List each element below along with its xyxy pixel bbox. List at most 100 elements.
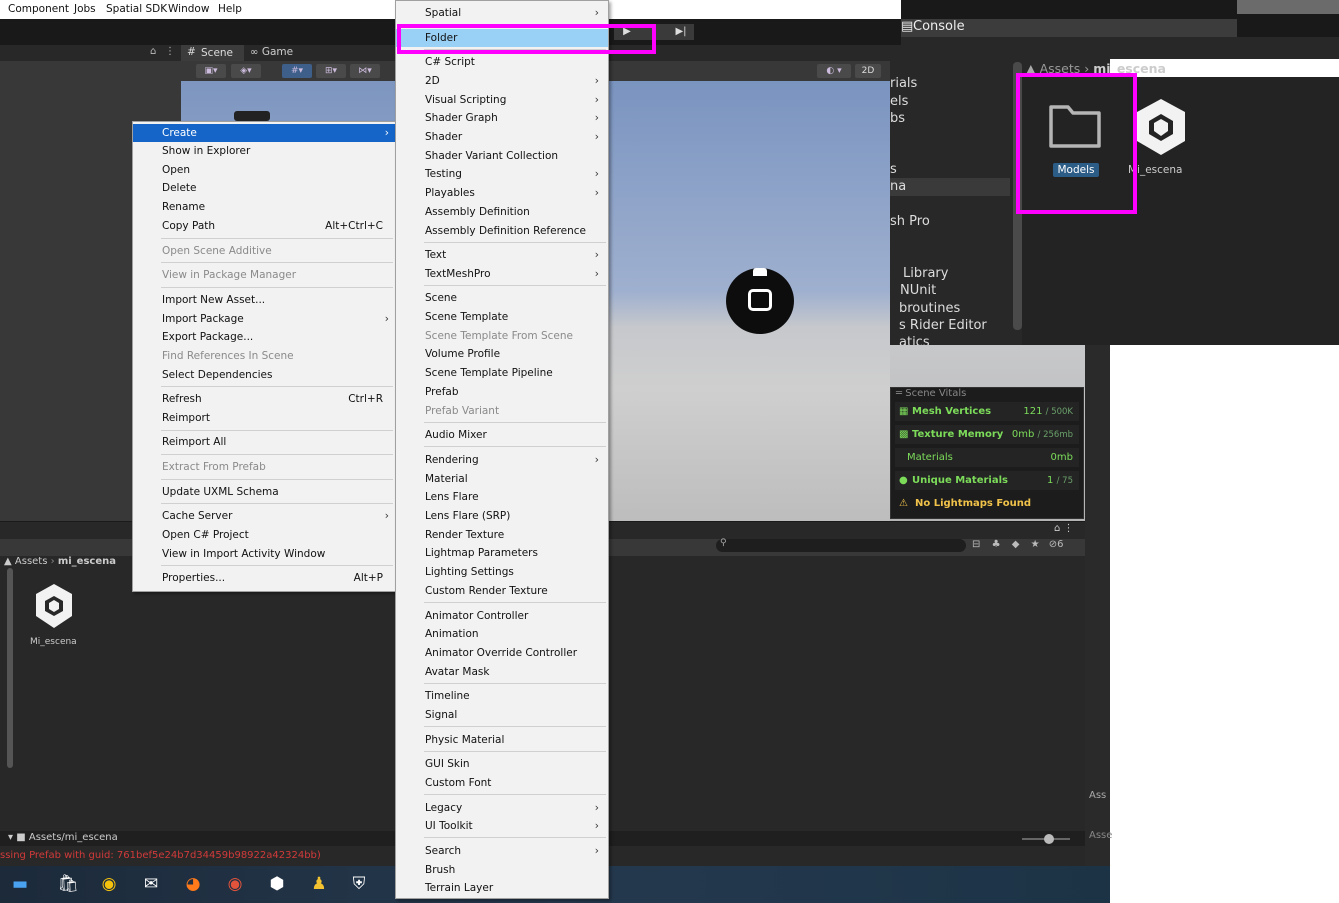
hidden-packages-icon[interactable]: ⊘6 — [1049, 539, 1064, 550]
shield-icon[interactable]: ⛨ — [346, 871, 372, 897]
tree-item[interactable]: s — [890, 162, 897, 177]
create-item-custom-render-texture[interactable]: Custom Render Texture — [396, 582, 608, 600]
create-item-visual-scripting[interactable]: Visual Scripting › — [396, 91, 608, 109]
create-item-animator-controller[interactable]: Animator Controller — [396, 607, 608, 625]
create-item-scene-template[interactable]: Scene Template — [396, 308, 608, 326]
label-icon[interactable]: ◆ — [1012, 539, 1020, 550]
menu-item-view-import-activity[interactable]: View in Import Activity Window — [133, 545, 395, 563]
create-item-lightmap-parameters[interactable]: Lightmap Parameters — [396, 544, 608, 562]
create-item-animation[interactable]: Animation — [396, 625, 608, 643]
create-item-search[interactable]: Search › — [396, 842, 608, 860]
menu-item-reimport[interactable]: Reimport — [133, 409, 395, 427]
create-item-terrain-layer[interactable]: Terrain Layer — [396, 879, 608, 897]
create-item-render-texture[interactable]: Render Texture — [396, 526, 608, 544]
create-item-gui-skin[interactable]: GUI Skin — [396, 755, 608, 773]
tab-console[interactable]: ▤ Console — [901, 19, 1237, 37]
chrome-profile-icon[interactable]: ◉ — [222, 871, 248, 897]
asset-label[interactable]: Mi_escena — [30, 637, 77, 647]
tree-item[interactable]: rials — [890, 76, 917, 91]
menu-item-refresh[interactable]: Refresh Ctrl+R — [133, 390, 395, 408]
tree-selected-row[interactable] — [890, 178, 1010, 196]
create-item-scene-template-pipeline[interactable]: Scene Template Pipeline — [396, 364, 608, 382]
menu-spatial-sdk[interactable]: Spatial SDK — [106, 3, 167, 15]
lock-icon[interactable]: ⌂ ⋮ — [1054, 523, 1074, 534]
menu-help[interactable]: Help — [218, 3, 242, 15]
grid-button[interactable]: ⊞▾ — [316, 64, 346, 78]
create-item-spatial[interactable]: Spatial › — [396, 4, 608, 22]
type-filter-icon[interactable]: ♣ — [992, 539, 1001, 550]
menu-item-import-package[interactable]: Import Package › — [133, 310, 395, 328]
create-item-animator-override-controller[interactable]: Animator Override Controller — [396, 644, 608, 662]
figure-icon[interactable]: ♟ — [306, 871, 332, 897]
filter-icon[interactable]: ⊟ — [972, 539, 980, 550]
step-icon[interactable]: ▶| — [668, 24, 694, 40]
menu-item-export-package[interactable]: Export Package... — [133, 328, 395, 346]
create-item-assembly-definition-reference[interactable]: Assembly Definition Reference — [396, 222, 608, 240]
menu-item-reimport-all[interactable]: Reimport All — [133, 433, 395, 451]
menu-item-rename[interactable]: Rename — [133, 198, 395, 216]
firefox-icon[interactable]: ◕ — [180, 871, 206, 897]
create-item-timeline[interactable]: Timeline — [396, 687, 608, 705]
create-item-2d[interactable]: 2D › — [396, 72, 608, 90]
increment-snap-button[interactable]: ⋈▾ — [350, 64, 380, 78]
create-item-scene[interactable]: Scene — [396, 289, 608, 307]
create-item-playables[interactable]: Playables › — [396, 184, 608, 202]
tree-item[interactable]: els — [890, 94, 908, 109]
menu-item-copy-path[interactable]: Copy Path Alt+Ctrl+C — [133, 217, 395, 235]
overlay-handle[interactable] — [234, 111, 270, 121]
create-item-lens-flare[interactable]: Lens Flare — [396, 488, 608, 506]
project-scrollbar[interactable] — [7, 568, 13, 768]
tree-item[interactable]: bs — [890, 111, 905, 126]
create-item-lighting-settings[interactable]: Lighting Settings — [396, 563, 608, 581]
store-icon[interactable]: 🛍 — [55, 871, 81, 897]
menu-item-open[interactable]: Open — [133, 161, 395, 179]
search-input[interactable]: ⚲ — [716, 538, 966, 552]
create-item-physic-material[interactable]: Physic Material — [396, 731, 608, 749]
create-item-csharp-script[interactable]: C# Script — [396, 53, 608, 71]
menu-jobs[interactable]: Jobs — [74, 3, 96, 15]
menu-item-show-in-explorer[interactable]: Show in Explorer — [133, 142, 395, 160]
create-item-shader-graph[interactable]: Shader Graph › — [396, 109, 608, 127]
create-item-legacy[interactable]: Legacy › — [396, 799, 608, 817]
create-item-shader-variant-collection[interactable]: Shader Variant Collection — [396, 147, 608, 165]
create-item-ui-toolkit[interactable]: UI Toolkit › — [396, 817, 608, 835]
create-item-brush[interactable]: Brush — [396, 861, 608, 879]
breadcrumb-root[interactable]: Assets — [15, 556, 48, 567]
more-icon[interactable]: ⋮ — [165, 46, 175, 57]
menu-window[interactable]: Window — [168, 3, 209, 15]
create-item-custom-font[interactable]: Custom Font — [396, 774, 608, 792]
menu-item-update-uxml-schema[interactable]: Update UXML Schema — [133, 483, 395, 501]
create-item-rendering[interactable]: Rendering › — [396, 451, 608, 469]
mail-icon[interactable]: ✉ — [138, 871, 164, 897]
create-item-lens-flare-srp[interactable]: Lens Flare (SRP) — [396, 507, 608, 525]
favorite-icon[interactable]: ★ — [1031, 539, 1040, 550]
menu-component[interactable]: Component — [8, 3, 69, 15]
gizmo-mode-button[interactable]: ◈▾ — [231, 64, 261, 78]
shading-mode-button[interactable]: ◐ ▾ — [817, 64, 851, 78]
menu-item-open-csharp-project[interactable]: Open C# Project — [133, 526, 395, 544]
drag-handle-icon[interactable]: ═ — [896, 388, 902, 399]
menu-item-create[interactable]: Create › — [133, 124, 395, 142]
tab-scene[interactable]: # Scene — [181, 45, 244, 61]
breadcrumb-leaf[interactable]: mi_escena — [58, 556, 116, 567]
status-error-text[interactable]: ssing Prefab with guid: 761bef5e24b7d344… — [0, 850, 321, 861]
menu-item-select-dependencies[interactable]: Select Dependencies — [133, 366, 395, 384]
create-item-assembly-definition[interactable]: Assembly Definition — [396, 203, 608, 221]
draw-mode-button[interactable]: ▣▾ — [196, 64, 226, 78]
unity-scene-icon[interactable] — [1133, 96, 1189, 158]
menu-item-delete[interactable]: Delete — [133, 179, 395, 197]
file-explorer-icon[interactable]: ▬ — [7, 871, 33, 897]
zoom-slider-knob[interactable] — [1044, 834, 1054, 844]
create-item-text[interactable]: Text › — [396, 246, 608, 264]
unity-hub-icon[interactable]: ⬢ — [264, 871, 290, 897]
create-item-prefab[interactable]: Prefab — [396, 383, 608, 401]
unity-scene-icon[interactable] — [33, 582, 75, 630]
create-item-audio-mixer[interactable]: Audio Mixer — [396, 426, 608, 444]
grid-snap-button[interactable]: #▾ — [282, 64, 312, 78]
2d-toggle[interactable]: 2D — [855, 64, 881, 78]
create-item-signal[interactable]: Signal — [396, 706, 608, 724]
menu-item-properties[interactable]: Properties... Alt+P — [133, 569, 395, 587]
create-item-volume-profile[interactable]: Volume Profile — [396, 345, 608, 363]
create-item-shader[interactable]: Shader › — [396, 128, 608, 146]
create-item-material[interactable]: Material — [396, 470, 608, 488]
